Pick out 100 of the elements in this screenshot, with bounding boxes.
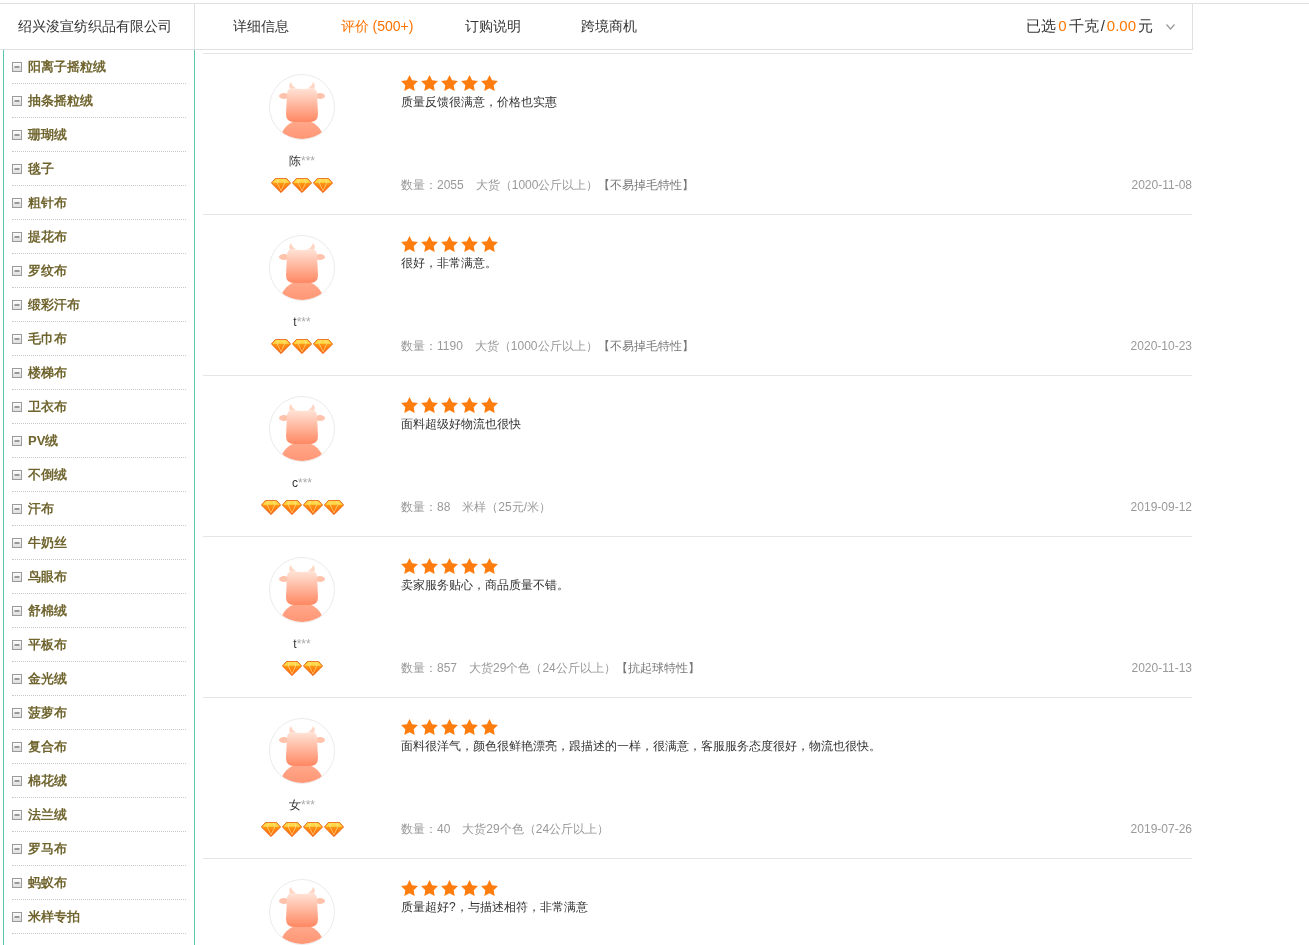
- category-link[interactable]: 法兰绒: [12, 798, 186, 832]
- cow-avatar-icon: [269, 74, 335, 140]
- diamond-icon: [281, 822, 302, 837]
- fabric-feature: 【抗起球特性】: [615, 660, 700, 677]
- star-icon: [401, 880, 418, 896]
- tab[interactable]: 跨境商机: [551, 4, 667, 49]
- review-comment: 质量反馈很满意，价格也实惠: [401, 94, 557, 111]
- review-comment: 面料超级好物流也很快: [401, 416, 521, 433]
- cow-avatar-icon: [269, 396, 335, 462]
- category-link[interactable]: 提花布: [12, 220, 186, 254]
- category-link[interactable]: 牛奶丝: [12, 526, 186, 560]
- order-spec: 大货（1000公斤以上）: [475, 177, 599, 194]
- star-icon: [441, 558, 458, 574]
- star-icon: [441, 880, 458, 896]
- diamond-icon: [302, 822, 323, 837]
- cow-avatar-icon: [269, 235, 335, 301]
- diamond-icon: [271, 339, 291, 354]
- diamond-icon: [323, 822, 344, 837]
- category-link[interactable]: 珊瑚绒: [12, 118, 186, 152]
- fabric-feature: 【不易掉毛特性】: [598, 177, 695, 194]
- reviewer-name: 陈***: [289, 153, 315, 169]
- star-icon: [421, 75, 438, 91]
- company-name: 绍兴浚宣纺织品有限公司: [18, 17, 172, 36]
- order-quantity: 数量：40: [401, 821, 451, 838]
- review-date: 2019-07-26: [1130, 821, 1192, 838]
- category-link[interactable]: 罗纹布: [12, 254, 186, 288]
- order-spec: 大货29个色（24公斤以上）: [462, 821, 610, 838]
- review-comment: 卖家服务贴心，商品质量不错。: [401, 577, 569, 594]
- category-link[interactable]: 不倒绒: [12, 458, 186, 492]
- star-icon: [461, 236, 478, 252]
- diamond-icon: [313, 178, 333, 193]
- category-link[interactable]: 棉花绒: [12, 764, 186, 798]
- category-link[interactable]: 米样专拍: [12, 900, 186, 934]
- diamond-icon: [302, 500, 323, 515]
- review-comment: 面料很洋气，颜色很鲜艳漂亮，跟描述的一样，很满意，客服服务态度很好，物流也很快。: [401, 738, 881, 755]
- order-quantity: 数量：2055: [401, 177, 464, 194]
- star-icon: [481, 719, 498, 735]
- star-icon: [461, 397, 478, 413]
- review-date: 2019-09-12: [1130, 499, 1192, 516]
- tab[interactable]: 详细信息: [203, 4, 319, 49]
- diamond-icon: [281, 661, 302, 676]
- star-icon: [401, 397, 418, 413]
- star-icon: [421, 880, 438, 896]
- category-link[interactable]: 平板布: [12, 628, 186, 662]
- star-icon: [481, 558, 498, 574]
- order-quantity: 数量：857: [401, 660, 458, 677]
- category-link[interactable]: 卫衣布: [12, 390, 186, 424]
- diamond-icon: [292, 178, 312, 193]
- order-quantity: 数量：1190: [401, 338, 463, 355]
- star-icon: [461, 558, 478, 574]
- cow-avatar-icon: [269, 718, 335, 784]
- diamond-icon: [302, 661, 323, 676]
- tab[interactable]: 订购说明: [435, 4, 551, 49]
- category-link[interactable]: 缎彩汗布: [12, 288, 186, 322]
- reviewer-name: c***: [292, 475, 312, 491]
- category-link[interactable]: 毛巾布: [12, 322, 186, 356]
- fabric-feature: 【不易掉毛特性】: [597, 338, 694, 355]
- reviewer-name: 女***: [289, 797, 315, 813]
- star-icon: [441, 397, 458, 413]
- category-link[interactable]: 金光绒: [12, 662, 186, 696]
- category-link[interactable]: 阳离子摇粒绒: [12, 50, 186, 84]
- cow-avatar-icon: [269, 879, 335, 945]
- category-link[interactable]: 罗马布: [12, 832, 186, 866]
- category-link[interactable]: 舒棉绒: [12, 594, 186, 628]
- chevron-down-icon[interactable]: [1166, 23, 1175, 30]
- category-link[interactable]: 粗针布: [12, 186, 186, 220]
- category-link[interactable]: 鸟眼布: [12, 560, 186, 594]
- order-spec: 大货（1000公斤以上）: [474, 338, 598, 355]
- category-link[interactable]: 楼梯布: [12, 356, 186, 390]
- order-spec: 大货29个色（24公斤以上）: [469, 660, 616, 677]
- star-icon: [441, 75, 458, 91]
- review-comment: 质量超好?，与描述相符，非常满意: [401, 899, 588, 916]
- category-link[interactable]: 毯子: [12, 152, 186, 186]
- star-icon: [421, 719, 438, 735]
- diamond-icon: [271, 178, 291, 193]
- star-icon: [481, 75, 498, 91]
- diamond-icon: [260, 822, 281, 837]
- star-icon: [401, 75, 418, 91]
- star-icon: [401, 236, 418, 252]
- star-icon: [441, 236, 458, 252]
- star-icon: [421, 236, 438, 252]
- star-icon: [461, 880, 478, 896]
- star-icon: [461, 75, 478, 91]
- star-icon: [481, 880, 498, 896]
- star-icon: [421, 558, 438, 574]
- diamond-icon: [323, 500, 344, 515]
- category-link[interactable]: 抽条摇粒绒: [12, 84, 186, 118]
- category-link[interactable]: 复合布: [12, 730, 186, 764]
- category-link[interactable]: 菠萝布: [12, 696, 186, 730]
- cow-avatar-icon: [269, 557, 335, 623]
- category-link[interactable]: 蚂蚁布: [12, 866, 186, 900]
- star-icon: [441, 719, 458, 735]
- diamond-icon: [292, 339, 312, 354]
- star-icon: [401, 558, 418, 574]
- order-spec: 米样（25元/米）: [462, 499, 552, 516]
- category-link[interactable]: 汗布: [12, 492, 186, 526]
- star-icon: [481, 236, 498, 252]
- star-icon: [461, 719, 478, 735]
- category-link[interactable]: PV绒: [12, 424, 186, 458]
- diamond-icon: [313, 339, 333, 354]
